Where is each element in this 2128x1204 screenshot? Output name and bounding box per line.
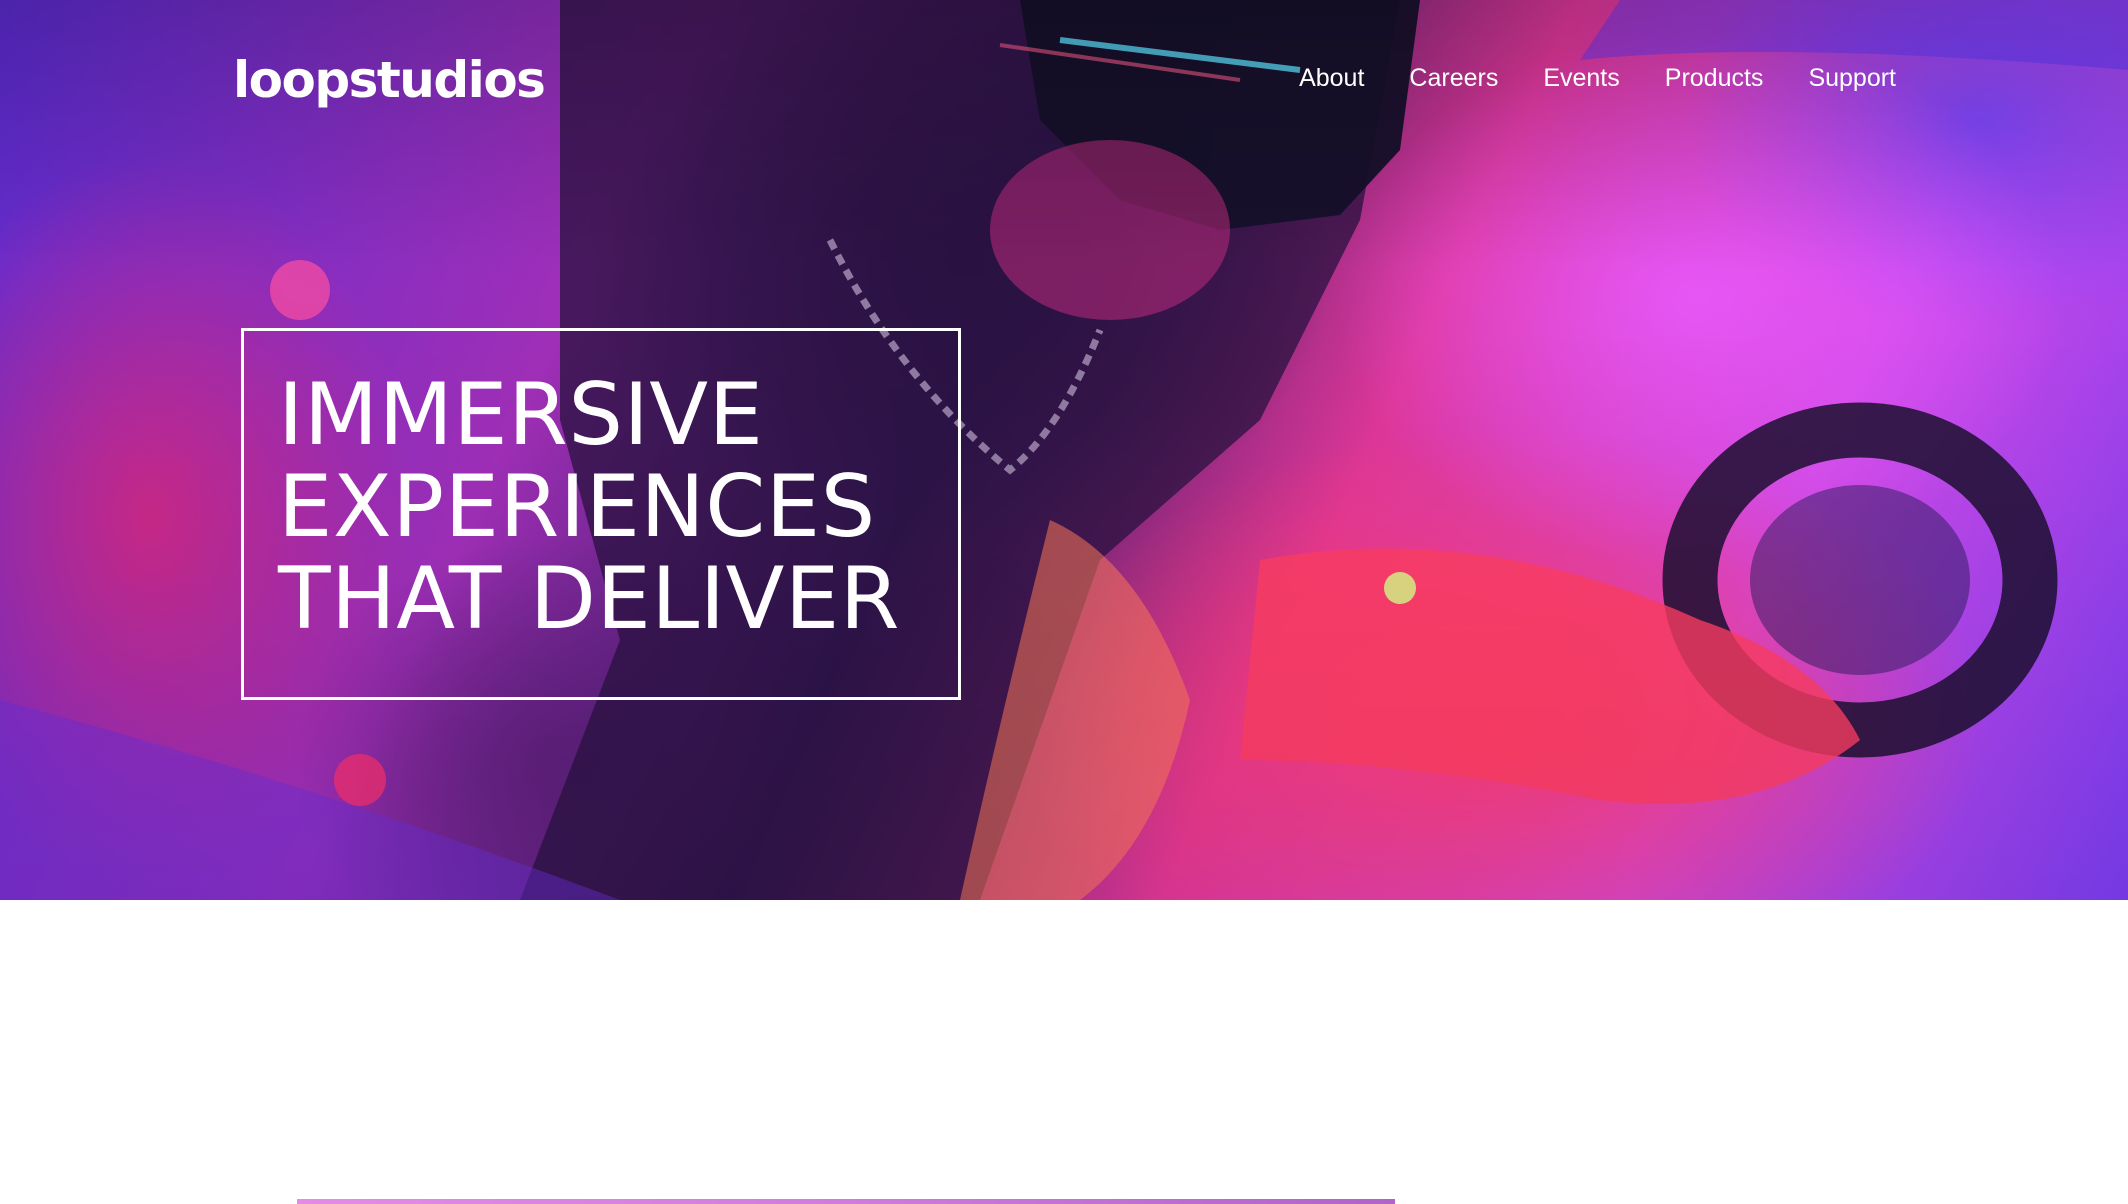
main-navigation: About Careers Events Products Support <box>1299 58 1896 98</box>
section-accent-line <box>297 1199 1395 1204</box>
page: loopstudios About Careers Events Product… <box>0 0 2128 1204</box>
site-logo[interactable]: loopstudios <box>233 50 546 110</box>
hero-section: loopstudios About Careers Events Product… <box>0 0 2128 900</box>
nav-link-products[interactable]: Products <box>1665 58 1764 98</box>
nav-link-events[interactable]: Events <box>1543 58 1619 98</box>
nav-link-support[interactable]: Support <box>1808 58 1896 98</box>
nav-link-about[interactable]: About <box>1299 58 1364 98</box>
hero-headline-box: IMMERSIVE EXPERIENCES THAT DELIVER <box>241 328 961 700</box>
hero-headline: IMMERSIVE EXPERIENCES THAT DELIVER <box>278 365 900 649</box>
nav-link-careers[interactable]: Careers <box>1409 58 1498 98</box>
